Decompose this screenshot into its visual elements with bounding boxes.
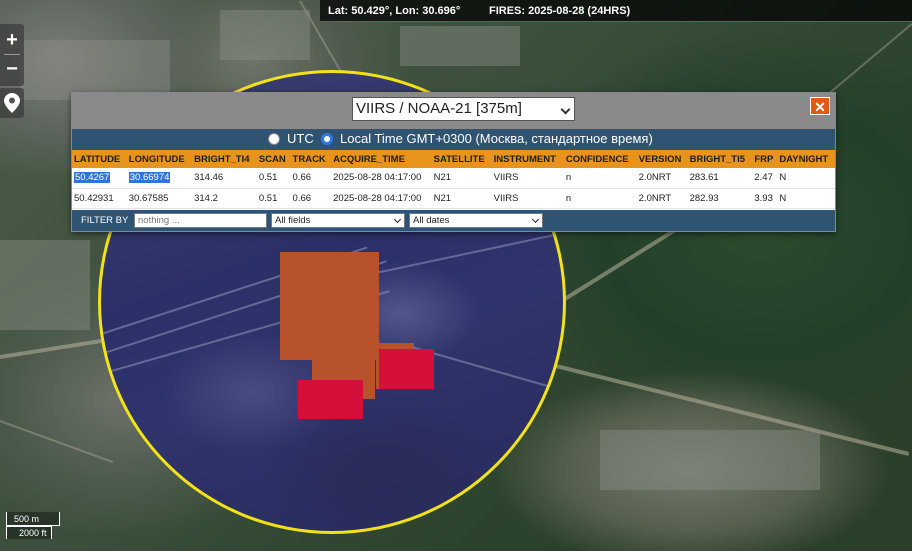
layer-select-value: VIIRS / NOAA-21 [375m]	[356, 100, 522, 117]
zoom-out-button[interactable]: −	[0, 55, 24, 83]
table-cell: 0.51	[256, 168, 291, 189]
road	[0, 420, 114, 463]
road	[819, 23, 912, 102]
table-row[interactable]: 50.4267 30.66974 314.46 0.51 0.66 2025-0…	[72, 168, 835, 189]
table-cell-text: 30.66974	[128, 172, 171, 184]
urban-block	[0, 240, 90, 330]
fire-pixel-recent[interactable]	[379, 349, 434, 389]
table-cell: 314.46	[192, 168, 257, 189]
popup-header: VIIRS / NOAA-21 [375m] ✕	[72, 93, 835, 129]
column-header[interactable]: BRIGHT_TI4	[192, 150, 257, 168]
local-time-radio[interactable]	[321, 133, 333, 145]
filter-input[interactable]	[134, 213, 267, 228]
table-cell: 2025-08-28 04:17:00	[331, 168, 432, 189]
map-pin-icon	[4, 93, 20, 113]
table-cell: 2.0NRT	[636, 188, 688, 209]
column-header[interactable]: VERSION	[636, 150, 688, 168]
table-cell: VIIRS	[491, 188, 564, 209]
table-cell: 30.66974	[126, 168, 193, 189]
table-cell: 2025-08-28 04:17:00	[331, 188, 432, 209]
layer-select[interactable]: VIIRS / NOAA-21 [375m]	[352, 97, 575, 121]
local-time-label[interactable]: Local Time GMT+0300 (Москва, стандартное…	[340, 131, 653, 146]
table-cell: 50.4267	[72, 168, 127, 189]
column-header[interactable]: TRACK	[290, 150, 332, 168]
fires-date-label: FIRES: 2025-08-28 (24HRS)	[489, 5, 631, 17]
column-header[interactable]: CONFIDENCE	[563, 150, 637, 168]
table-cell: N	[777, 188, 835, 209]
table-header-row: LATITUDE LONGITUDE BRIGHT_TI4 SCAN TRACK…	[72, 150, 835, 168]
time-zone-selector: UTC Local Time GMT+0300 (Москва, стандар…	[72, 129, 835, 150]
table-cell: n	[563, 188, 637, 209]
map-scale: 500 m 2000 ft	[6, 512, 60, 539]
column-header[interactable]: BRIGHT_TI5	[687, 150, 753, 168]
fire-pixel-recent[interactable]	[298, 380, 363, 419]
fire-info-popup: VIIRS / NOAA-21 [375m] ✕ UTC Local Time …	[71, 92, 836, 232]
table-cell: 2.47	[752, 168, 778, 189]
column-header[interactable]: SATELLITE	[431, 150, 492, 168]
dates-select[interactable]: All dates	[409, 213, 543, 228]
filter-bar: FILTER BY All fields All dates	[72, 210, 835, 231]
table-cell: n	[563, 168, 637, 189]
column-header[interactable]: INSTRUMENT	[491, 150, 564, 168]
road	[370, 231, 563, 275]
dates-select-value: All dates	[413, 215, 450, 226]
table-cell: 30.67585	[126, 188, 193, 209]
table-cell: 3.93	[752, 188, 778, 209]
table-cell-text: 50.4267	[74, 172, 111, 184]
cursor-coordinates: Lat: 50.429°, Lon: 30.696°	[328, 5, 461, 17]
column-header[interactable]: SCAN	[256, 150, 291, 168]
close-button[interactable]: ✕	[810, 97, 830, 115]
column-header[interactable]: LONGITUDE	[126, 150, 193, 168]
column-header[interactable]: DAYNIGHT	[777, 150, 835, 168]
table-cell: 50.42931	[72, 188, 127, 209]
table-cell: 282.93	[687, 188, 753, 209]
status-bar: Lat: 50.429°, Lon: 30.696° FIRES: 2025-0…	[320, 0, 912, 22]
fields-select-value: All fields	[275, 215, 311, 226]
column-header[interactable]: FRP	[752, 150, 778, 168]
table-cell: 0.66	[290, 168, 332, 189]
urban-block	[400, 26, 520, 66]
table-cell: N21	[431, 168, 492, 189]
fire-detections-table: LATITUDE LONGITUDE BRIGHT_TI4 SCAN TRACK…	[72, 150, 835, 209]
table-cell: N21	[431, 188, 492, 209]
fire-pixel-older[interactable]	[280, 252, 379, 360]
table-cell: 283.61	[687, 168, 753, 189]
scale-imperial: 2000 ft	[6, 526, 52, 539]
table-cell: 314.2	[192, 188, 257, 209]
column-header[interactable]: ACQUIRE_TIME	[331, 150, 432, 168]
utc-label[interactable]: UTC	[287, 131, 314, 146]
table-row[interactable]: 50.42931 30.67585 314.2 0.51 0.66 2025-0…	[72, 188, 835, 209]
filter-label: FILTER BY	[81, 215, 129, 226]
chevron-down-icon	[531, 215, 540, 224]
chevron-down-icon	[560, 104, 571, 115]
column-header[interactable]: LATITUDE	[72, 150, 127, 168]
table-cell: N	[777, 168, 835, 189]
table-cell: 0.51	[256, 188, 291, 209]
table-cell: 2.0NRT	[636, 168, 688, 189]
urban-block	[600, 430, 820, 490]
chevron-down-icon	[393, 215, 402, 224]
utc-radio[interactable]	[268, 133, 280, 145]
zoom-control: + −	[0, 24, 24, 86]
zoom-in-button[interactable]: +	[0, 26, 24, 54]
scale-metric: 500 m	[6, 512, 60, 526]
fields-select[interactable]: All fields	[271, 213, 405, 228]
table-cell: VIIRS	[491, 168, 564, 189]
table-cell: 0.66	[290, 188, 332, 209]
locate-button[interactable]	[0, 88, 24, 118]
urban-block	[220, 10, 310, 60]
urban-block	[20, 40, 170, 100]
